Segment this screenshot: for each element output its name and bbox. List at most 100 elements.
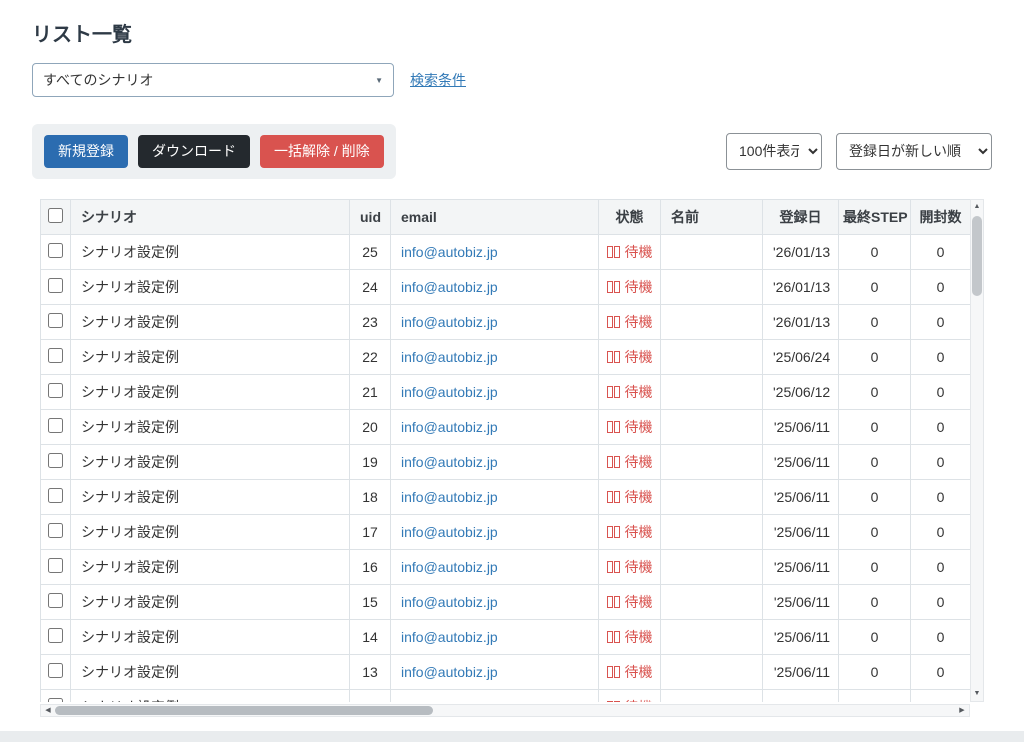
- row-checkbox-cell: [40, 548, 71, 585]
- status-label: 待機: [624, 348, 653, 365]
- row-checkbox[interactable]: [48, 382, 63, 398]
- missing-glyph-icon: [606, 594, 621, 610]
- bulk-delete-button[interactable]: 一括解除 / 削除: [260, 135, 384, 168]
- scroll-down-icon[interactable]: ▼: [971, 687, 983, 701]
- missing-glyph-icon: [606, 419, 621, 435]
- cell-name: [660, 443, 763, 480]
- cell-uid: 18: [349, 478, 391, 515]
- cell-status: 待機: [598, 548, 661, 585]
- cell-scenario: シナリオ設定例: [70, 408, 350, 445]
- row-checkbox[interactable]: [48, 697, 63, 702]
- vertical-scrollbar-thumb[interactable]: [972, 215, 982, 296]
- missing-glyph-icon: [606, 559, 621, 575]
- row-checkbox[interactable]: [48, 662, 63, 678]
- cell-name: [660, 513, 763, 550]
- row-checkbox[interactable]: [48, 277, 63, 293]
- row-checkbox[interactable]: [48, 347, 63, 363]
- row-checkbox[interactable]: [48, 522, 63, 538]
- row-checkbox-cell: [40, 408, 71, 445]
- row-checkbox[interactable]: [48, 417, 63, 433]
- table-row: シナリオ設定例 14 info@autobiz.jp 待機 '25/06/11 …: [40, 618, 971, 655]
- cell-last-step: 0: [838, 408, 911, 445]
- row-checkbox-cell: [40, 443, 71, 480]
- cell-last-step: 0: [838, 303, 911, 340]
- cell-status: 待機: [598, 688, 661, 702]
- new-registration-button[interactable]: 新規登録: [44, 135, 128, 168]
- download-button[interactable]: ダウンロード: [138, 135, 250, 168]
- cell-status: 待機: [598, 618, 661, 655]
- row-checkbox[interactable]: [48, 487, 63, 503]
- email-link[interactable]: info@autobiz.jp: [401, 559, 498, 575]
- cell-uid: 13: [349, 653, 391, 690]
- cell-status: 待機: [598, 583, 661, 620]
- email-link[interactable]: info@autobiz.jp: [401, 244, 498, 260]
- vertical-scrollbar[interactable]: ▲ ▼: [970, 198, 984, 702]
- row-checkbox-cell: [40, 478, 71, 515]
- table-row: シナリオ設定例 25 info@autobiz.jp 待機 '26/01/13 …: [40, 233, 971, 270]
- row-checkbox[interactable]: [48, 452, 63, 468]
- table-row: シナリオ設定例 19 info@autobiz.jp 待機 '25/06/11 …: [40, 443, 971, 480]
- button-group: 新規登録 ダウンロード 一括解除 / 削除: [32, 124, 396, 179]
- table-row: シナリオ設定例 20 info@autobiz.jp 待機 '25/06/11 …: [40, 408, 971, 445]
- toolbar: 新規登録 ダウンロード 一括解除 / 削除 100件表示 登録日が新しい順: [32, 124, 992, 179]
- row-checkbox-cell: [40, 618, 71, 655]
- email-link[interactable]: info@autobiz.jp: [401, 419, 498, 435]
- row-checkbox[interactable]: [48, 627, 63, 643]
- email-link[interactable]: info@autobiz.jp: [401, 279, 498, 295]
- scroll-left-icon[interactable]: ◀: [41, 705, 55, 716]
- cell-date: '25/06/11: [762, 513, 839, 550]
- row-checkbox[interactable]: [48, 312, 63, 328]
- scenario-select[interactable]: すべてのシナリオ ▼: [32, 63, 394, 97]
- email-link[interactable]: info@autobiz.jp: [401, 454, 498, 470]
- status-label: 待機: [624, 278, 653, 295]
- scroll-up-icon[interactable]: ▲: [971, 200, 983, 214]
- cell-opens: 0: [910, 408, 971, 445]
- row-checkbox-cell: [40, 583, 71, 620]
- table-row: シナリオ設定例 16 info@autobiz.jp 待機 '25/06/11 …: [40, 548, 971, 585]
- per-page-select[interactable]: 100件表示: [726, 132, 822, 170]
- list-controls: 100件表示 登録日が新しい順: [726, 132, 992, 170]
- cell-name: [660, 408, 763, 445]
- email-link[interactable]: info@autobiz.jp: [401, 314, 498, 330]
- cell-email: info@autobiz.jp: [390, 268, 599, 305]
- cell-status: 待機: [598, 373, 661, 410]
- email-link[interactable]: info@autobiz.jp: [401, 594, 498, 610]
- cell-uid: 17: [349, 513, 391, 550]
- cell-name: [660, 233, 763, 270]
- email-link[interactable]: info@autobiz.jp: [401, 629, 498, 645]
- email-link[interactable]: info@autobiz.jp: [401, 664, 498, 680]
- select-all-checkbox[interactable]: [48, 207, 63, 223]
- email-link[interactable]: info@autobiz.jp: [401, 524, 498, 540]
- status-label: 待機: [624, 523, 653, 540]
- cell-status: 待機: [598, 338, 661, 375]
- cell-opens: 0: [910, 233, 971, 270]
- horizontal-scrollbar-thumb[interactable]: [55, 705, 433, 715]
- status-label: 待機: [624, 628, 653, 645]
- row-checkbox-cell: [40, 233, 71, 270]
- email-link[interactable]: info@autobiz.jp: [401, 349, 498, 365]
- cell-name: [660, 268, 763, 305]
- cell-scenario: シナリオ設定例: [70, 338, 350, 375]
- email-link[interactable]: info@autobiz.jp: [401, 489, 498, 505]
- row-checkbox[interactable]: [48, 242, 63, 258]
- email-link[interactable]: info@autobiz.jp: [401, 384, 498, 400]
- header-date: 登録日: [762, 198, 839, 235]
- cell-date: '25/06/11: [762, 583, 839, 620]
- sort-order-select[interactable]: 登録日が新しい順: [836, 132, 992, 170]
- email-link[interactable]: info@autobiz.jp: [401, 699, 498, 702]
- cell-date: '25/06/11: [762, 478, 839, 515]
- scroll-right-icon[interactable]: ▶: [955, 705, 969, 716]
- select-all-cell: [40, 198, 71, 235]
- chevron-down-icon: ▼: [375, 75, 383, 85]
- search-conditions-link[interactable]: 検索条件: [410, 70, 466, 90]
- table-row: シナリオ設定例 23 info@autobiz.jp 待機 '26/01/13 …: [40, 303, 971, 340]
- table-row: シナリオ設定例 18 info@autobiz.jp 待機 '25/06/11 …: [40, 478, 971, 515]
- cell-name: [660, 548, 763, 585]
- cell-date: '25/06/11: [762, 548, 839, 585]
- row-checkbox[interactable]: [48, 557, 63, 573]
- cell-uid: 24: [349, 268, 391, 305]
- row-checkbox[interactable]: [48, 592, 63, 608]
- cell-name: [660, 338, 763, 375]
- cell-last-step: 0: [838, 268, 911, 305]
- horizontal-scrollbar[interactable]: ◀ ▶: [40, 703, 970, 717]
